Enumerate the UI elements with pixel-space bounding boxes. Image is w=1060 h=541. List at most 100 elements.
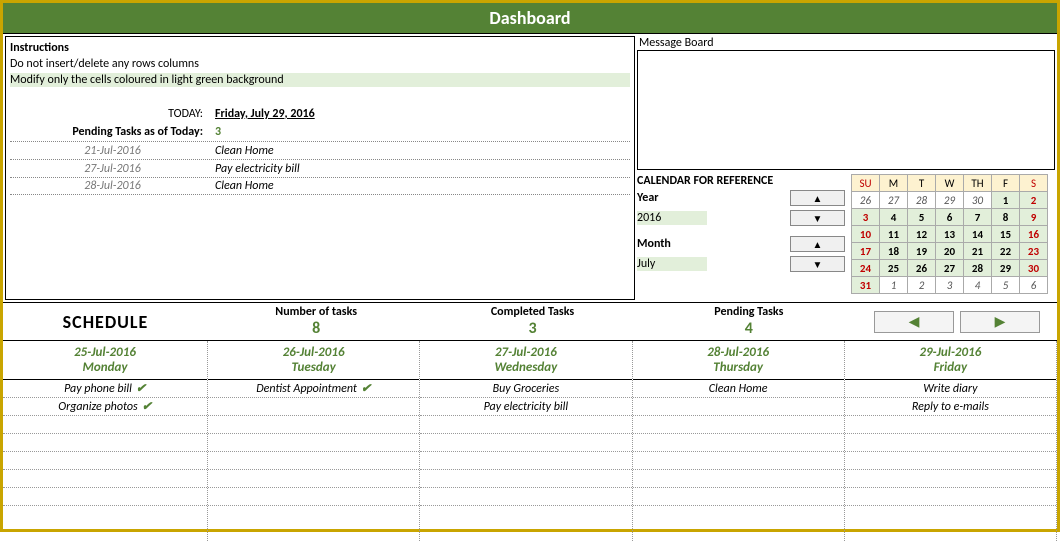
task-cell[interactable] bbox=[420, 416, 631, 434]
task-cell[interactable] bbox=[208, 488, 419, 506]
task-cell[interactable] bbox=[845, 434, 1056, 452]
check-icon: ✔ bbox=[142, 399, 152, 414]
cal-day[interactable]: 20 bbox=[936, 243, 964, 260]
cal-day[interactable]: 10 bbox=[852, 226, 880, 243]
task-cell[interactable]: Clean Home bbox=[633, 380, 844, 398]
day-date: 26-Jul-2016 bbox=[208, 345, 419, 360]
task-cell[interactable] bbox=[420, 452, 631, 470]
task-cell[interactable] bbox=[633, 398, 844, 416]
cal-day[interactable]: 16 bbox=[1020, 226, 1048, 243]
message-board-box[interactable] bbox=[637, 50, 1055, 170]
cal-day[interactable]: 13 bbox=[936, 226, 964, 243]
task-cell[interactable] bbox=[633, 452, 844, 470]
task-cell[interactable] bbox=[208, 416, 419, 434]
task-cell[interactable] bbox=[208, 434, 419, 452]
cal-day[interactable]: 1 bbox=[880, 277, 908, 294]
task-text: Pay phone bill bbox=[64, 382, 132, 396]
task-cell[interactable] bbox=[208, 452, 419, 470]
task-cell[interactable] bbox=[3, 452, 207, 470]
cal-day[interactable]: 5 bbox=[992, 277, 1020, 294]
cal-day[interactable]: 3 bbox=[852, 209, 880, 226]
next-week-button[interactable]: ▶ bbox=[960, 311, 1040, 333]
cal-day[interactable]: 5 bbox=[908, 209, 936, 226]
cal-day[interactable]: 28 bbox=[964, 260, 992, 277]
cal-day[interactable]: 2 bbox=[908, 277, 936, 294]
cal-dow: F bbox=[992, 175, 1020, 192]
task-cell[interactable]: Reply to e-mails bbox=[845, 398, 1056, 416]
task-cell[interactable] bbox=[3, 470, 207, 488]
cal-day[interactable]: 3 bbox=[936, 277, 964, 294]
cal-dow: W bbox=[936, 175, 964, 192]
task-cell[interactable] bbox=[845, 488, 1056, 506]
task-cell[interactable]: Write diary bbox=[845, 380, 1056, 398]
cal-day[interactable]: 30 bbox=[1020, 260, 1048, 277]
cal-day[interactable]: 17 bbox=[852, 243, 880, 260]
task-text: Buy Groceries bbox=[493, 382, 560, 396]
task-cell[interactable] bbox=[845, 416, 1056, 434]
task-cell[interactable] bbox=[420, 488, 631, 506]
task-cell[interactable] bbox=[633, 470, 844, 488]
cal-day[interactable]: 11 bbox=[880, 226, 908, 243]
task-cell[interactable]: Organize photos✔ bbox=[3, 398, 207, 416]
cal-day[interactable]: 9 bbox=[1020, 209, 1048, 226]
cal-day[interactable]: 6 bbox=[1020, 277, 1048, 294]
task-cell[interactable] bbox=[633, 488, 844, 506]
task-cell[interactable]: Pay phone bill✔ bbox=[3, 380, 207, 398]
task-cell[interactable] bbox=[3, 434, 207, 452]
cal-day[interactable]: 6 bbox=[936, 209, 964, 226]
completed-tasks-value: 3 bbox=[424, 319, 640, 338]
cal-day[interactable]: 4 bbox=[964, 277, 992, 294]
year-down-button[interactable]: ▼ bbox=[790, 210, 845, 226]
cal-day[interactable]: 28 bbox=[908, 192, 936, 209]
cal-day[interactable]: 19 bbox=[908, 243, 936, 260]
task-text: Dentist Appointment bbox=[256, 382, 357, 396]
cal-day[interactable]: 29 bbox=[992, 260, 1020, 277]
cal-day[interactable]: 26 bbox=[852, 192, 880, 209]
task-cell[interactable]: Pay electricity bill bbox=[420, 398, 631, 416]
cal-day[interactable]: 23 bbox=[1020, 243, 1048, 260]
cal-day[interactable]: 8 bbox=[992, 209, 1020, 226]
day-header: 27-Jul-2016Wednesday bbox=[420, 341, 631, 380]
task-cell[interactable] bbox=[208, 398, 419, 416]
cal-day[interactable]: 24 bbox=[852, 260, 880, 277]
task-cell[interactable] bbox=[3, 488, 207, 506]
day-header: 29-Jul-2016Friday bbox=[845, 341, 1056, 380]
cal-day[interactable]: 14 bbox=[964, 226, 992, 243]
task-cell[interactable] bbox=[845, 470, 1056, 488]
task-cell[interactable] bbox=[845, 452, 1056, 470]
cal-day[interactable]: 29 bbox=[936, 192, 964, 209]
month-up-button[interactable]: ▲ bbox=[790, 236, 845, 252]
cal-day[interactable]: 2 bbox=[1020, 192, 1048, 209]
schedule-bar: SCHEDULE Number of tasks 8 Completed Tas… bbox=[3, 302, 1057, 341]
cal-day[interactable]: 26 bbox=[908, 260, 936, 277]
cal-day[interactable]: 25 bbox=[880, 260, 908, 277]
cal-day[interactable]: 21 bbox=[964, 243, 992, 260]
day-date: 25-Jul-2016 bbox=[3, 345, 207, 360]
task-cell[interactable] bbox=[3, 416, 207, 434]
task-cell[interactable]: Dentist Appointment✔ bbox=[208, 380, 419, 398]
task-cell[interactable] bbox=[633, 416, 844, 434]
cal-day[interactable]: 18 bbox=[880, 243, 908, 260]
prev-week-button[interactable]: ◀ bbox=[874, 311, 954, 333]
cal-day[interactable]: 22 bbox=[992, 243, 1020, 260]
task-cell[interactable] bbox=[633, 434, 844, 452]
task-cell[interactable] bbox=[420, 434, 631, 452]
month-down-button[interactable]: ▼ bbox=[790, 256, 845, 272]
task-cell[interactable] bbox=[208, 470, 419, 488]
cal-day[interactable]: 31 bbox=[852, 277, 880, 294]
cal-day[interactable]: 12 bbox=[908, 226, 936, 243]
month-value[interactable]: July bbox=[637, 257, 707, 271]
task-text: Pay electricity bill bbox=[484, 400, 569, 414]
task-cell[interactable]: Buy Groceries bbox=[420, 380, 631, 398]
year-up-button[interactable]: ▲ bbox=[790, 190, 845, 206]
cal-day[interactable]: 30 bbox=[964, 192, 992, 209]
year-value[interactable]: 2016 bbox=[637, 211, 707, 225]
cal-day[interactable]: 27 bbox=[880, 192, 908, 209]
task-cell[interactable] bbox=[420, 470, 631, 488]
cal-day[interactable]: 7 bbox=[964, 209, 992, 226]
cal-day[interactable]: 4 bbox=[880, 209, 908, 226]
cal-day[interactable]: 27 bbox=[936, 260, 964, 277]
day-date: 27-Jul-2016 bbox=[420, 345, 631, 360]
cal-day[interactable]: 15 bbox=[992, 226, 1020, 243]
cal-day[interactable]: 1 bbox=[992, 192, 1020, 209]
